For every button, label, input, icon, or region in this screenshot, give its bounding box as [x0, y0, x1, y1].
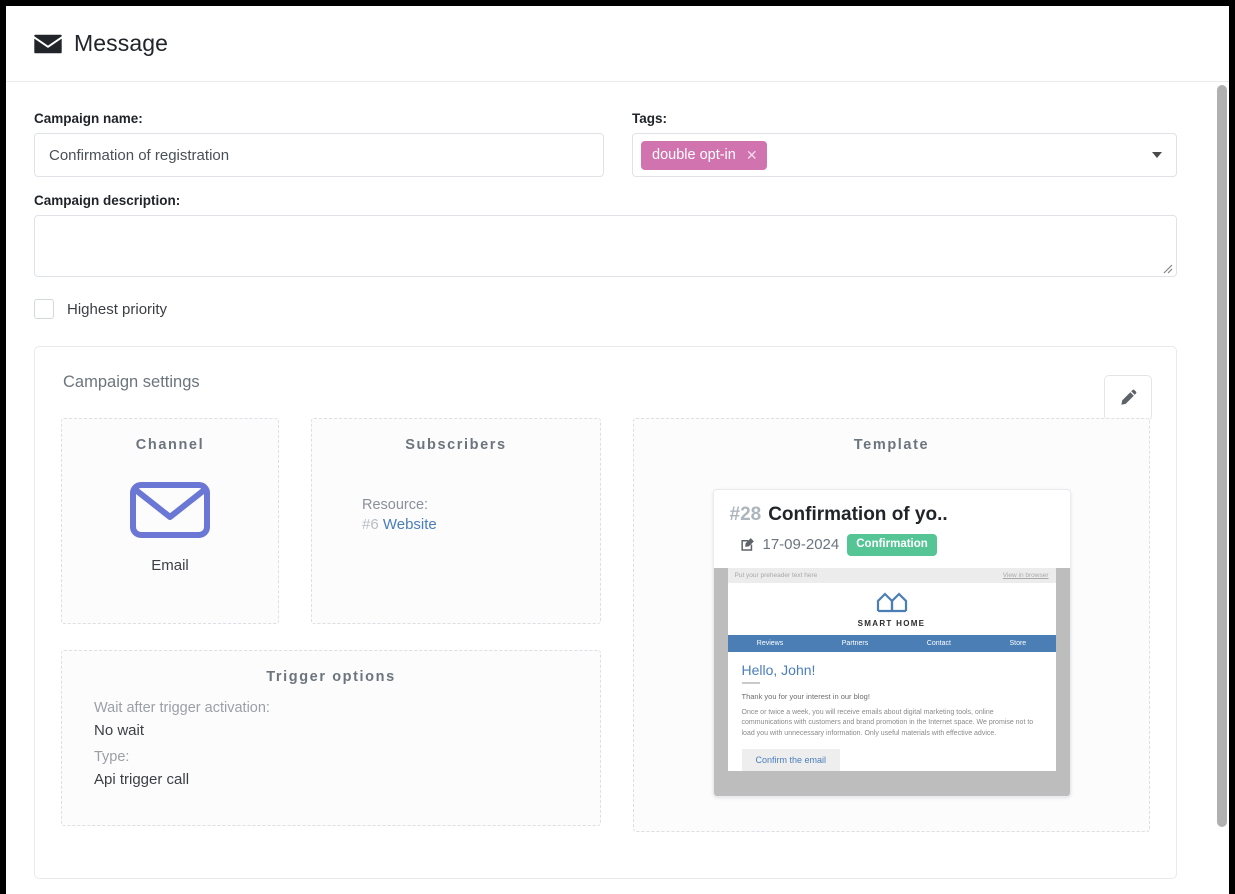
preheader-text: Put your preheader text here: [734, 571, 818, 579]
settings-right-column: Template #28 Confirmation of yo.. 17-09-…: [633, 418, 1150, 832]
email-divider: [741, 681, 760, 684]
resource-value: #6 Website: [362, 516, 600, 533]
campaign-description-textarea[interactable]: [34, 215, 1177, 277]
settings-cards-grid: Channel Email Subscribers Resource: #6 W…: [61, 418, 1150, 832]
trigger-options-heading: Trigger options: [266, 669, 396, 685]
template-date: 17-09-2024: [762, 536, 840, 554]
template-preview[interactable]: #28 Confirmation of yo.. 17-09-2024 Conf…: [712, 489, 1071, 797]
channel-card-heading: Channel: [135, 437, 205, 453]
channel-value: Email: [151, 557, 189, 574]
home-icon: [876, 591, 907, 612]
campaign-name-input[interactable]: [34, 133, 604, 177]
email-logo-name: SMART HOME: [857, 618, 926, 628]
campaign-description-group: Campaign description:: [6, 177, 1205, 277]
trigger-wait-value: No wait: [94, 722, 145, 740]
email-nav-item: Partners: [841, 639, 869, 647]
subscribers-card-heading: Subscribers: [405, 437, 507, 453]
email-greeting: Hello, John!: [741, 661, 816, 678]
chevron-down-icon[interactable]: [1152, 152, 1162, 158]
email-preview-thumbnail: Put your preheader text here View in bro…: [713, 567, 1070, 796]
email-cta-button: Confirm the email: [741, 749, 841, 772]
email-preheader: Put your preheader text here View in bro…: [727, 567, 1056, 583]
close-icon[interactable]: ✕: [746, 148, 758, 162]
trigger-type-label: Type:: [94, 748, 130, 765]
highest-priority-row: Highest priority: [6, 277, 1205, 319]
app-window: Message Campaign name: Tags: double opt-…: [6, 6, 1229, 894]
highest-priority-checkbox[interactable]: [34, 299, 54, 319]
trigger-options-card: Trigger options Wait after trigger activ…: [61, 650, 601, 826]
tag-chip[interactable]: double opt-in ✕: [641, 140, 767, 170]
resource-label: Resource:: [362, 497, 429, 513]
email-body: Hello, John! Thank you for your interest…: [727, 651, 1056, 772]
template-status-badge: Confirmation: [847, 534, 937, 556]
resize-handle-icon[interactable]: [1161, 262, 1173, 274]
campaign-name-label: Campaign name:: [34, 111, 143, 126]
top-form-row: Campaign name: Tags: double opt-in ✕: [6, 83, 1205, 177]
page-header: Message: [6, 6, 1229, 82]
envelope-icon: [34, 33, 74, 55]
email-lead-text: Thank you for your interest in our blog!: [741, 691, 870, 701]
resource-link[interactable]: Website: [383, 516, 437, 533]
tags-select[interactable]: double opt-in ✕: [632, 133, 1177, 177]
pencil-icon: [1121, 389, 1137, 405]
campaign-name-group: Campaign name:: [34, 111, 604, 177]
email-nav-item: Store: [1009, 639, 1027, 647]
template-name: Confirmation of yo..: [768, 504, 948, 525]
trigger-type-value: Api trigger call: [94, 771, 190, 789]
trigger-wait-label: Wait after trigger activation:: [94, 700, 270, 716]
subscribers-card: Subscribers Resource: #6 Website: [311, 418, 601, 624]
template-card-heading: Template: [853, 437, 930, 453]
settings-left-column: Channel Email Subscribers Resource: #6 W…: [61, 418, 601, 832]
campaign-description-label: Campaign description:: [34, 193, 181, 208]
view-in-browser-link: View in browser: [1002, 571, 1049, 579]
envelope-outline-icon: [62, 479, 278, 541]
email-paragraph: Once or twice a week, you will receive e…: [741, 708, 1034, 738]
vertical-scrollbar[interactable]: [1215, 83, 1229, 894]
resource-id: #6: [362, 516, 379, 533]
tags-group: Tags: double opt-in ✕: [632, 111, 1177, 177]
page-title: Message: [74, 30, 169, 56]
campaign-settings-title: Campaign settings: [63, 373, 200, 391]
email-nav-item: Contact: [926, 639, 951, 647]
scrollbar-thumb[interactable]: [1217, 85, 1227, 827]
template-card: Template #28 Confirmation of yo.. 17-09-…: [633, 418, 1150, 832]
email-nav-bar: Reviews Partners Contact Store: [727, 634, 1056, 652]
edit-square-icon: [740, 538, 754, 552]
email-logo-area: SMART HOME: [727, 582, 1056, 635]
highest-priority-label: Highest priority: [67, 300, 168, 318]
template-id: #28: [729, 504, 762, 525]
channel-card: Channel Email: [61, 418, 279, 624]
main-scroll-area: Campaign name: Tags: double opt-in ✕: [6, 83, 1229, 894]
tags-label: Tags:: [632, 111, 668, 126]
tag-chip-label: double opt-in: [652, 147, 736, 163]
email-nav-item: Reviews: [756, 639, 784, 647]
edit-settings-button[interactable]: [1104, 375, 1152, 421]
campaign-settings-panel: Campaign settings Channel Email Subscrib…: [34, 346, 1177, 879]
